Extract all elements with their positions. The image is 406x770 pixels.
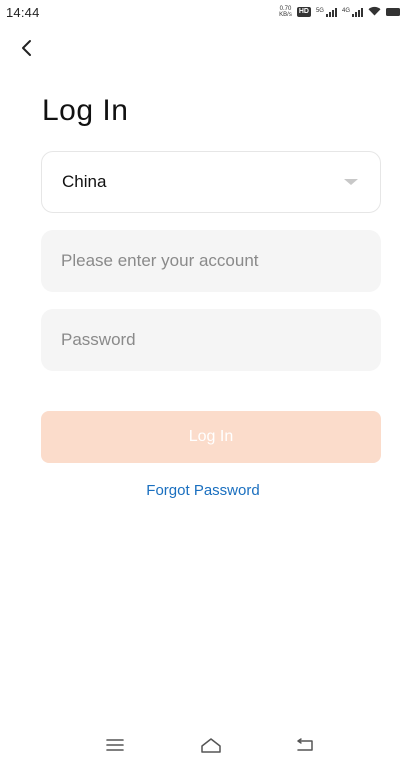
password-input[interactable] — [61, 330, 361, 350]
back-button[interactable] — [14, 36, 38, 60]
caret-down-icon — [344, 179, 358, 185]
signal-5g-icon: 5G — [315, 7, 337, 17]
account-field[interactable] — [41, 230, 381, 292]
menu-icon — [106, 739, 124, 751]
back-icon — [297, 738, 313, 751]
nav-menu-button[interactable] — [100, 730, 130, 760]
chevron-left-icon — [22, 40, 31, 56]
signal-4g-icon: 4G — [341, 7, 363, 17]
signal-5g-label: 5G — [315, 7, 324, 14]
network-speed-unit: KB/s — [279, 12, 292, 18]
status-time: 14:44 — [6, 4, 40, 20]
nav-home-button[interactable] — [196, 730, 226, 760]
nav-back-button[interactable] — [290, 730, 320, 760]
status-bar: 14:44 0.70 KB/s HD 5G 4G — [0, 0, 406, 24]
system-nav-bar — [0, 722, 406, 770]
signal-4g-label: 4G — [341, 7, 350, 14]
country-select[interactable]: China — [41, 151, 381, 213]
battery-icon — [386, 8, 400, 16]
country-value: China — [62, 172, 107, 191]
login-button[interactable]: Log In — [41, 411, 381, 463]
forgot-password-link[interactable]: Forgot Password — [0, 482, 406, 499]
network-speed: 0.70 KB/s — [279, 6, 292, 18]
home-icon — [201, 738, 221, 753]
wifi-icon — [368, 6, 381, 18]
account-input[interactable] — [61, 251, 361, 271]
password-field[interactable] — [41, 309, 381, 371]
hd-icon: HD — [296, 7, 311, 17]
page-title: Log In — [42, 94, 129, 127]
login-button-label: Log In — [188, 428, 234, 445]
status-icons: 0.70 KB/s HD 5G 4G — [279, 6, 400, 18]
